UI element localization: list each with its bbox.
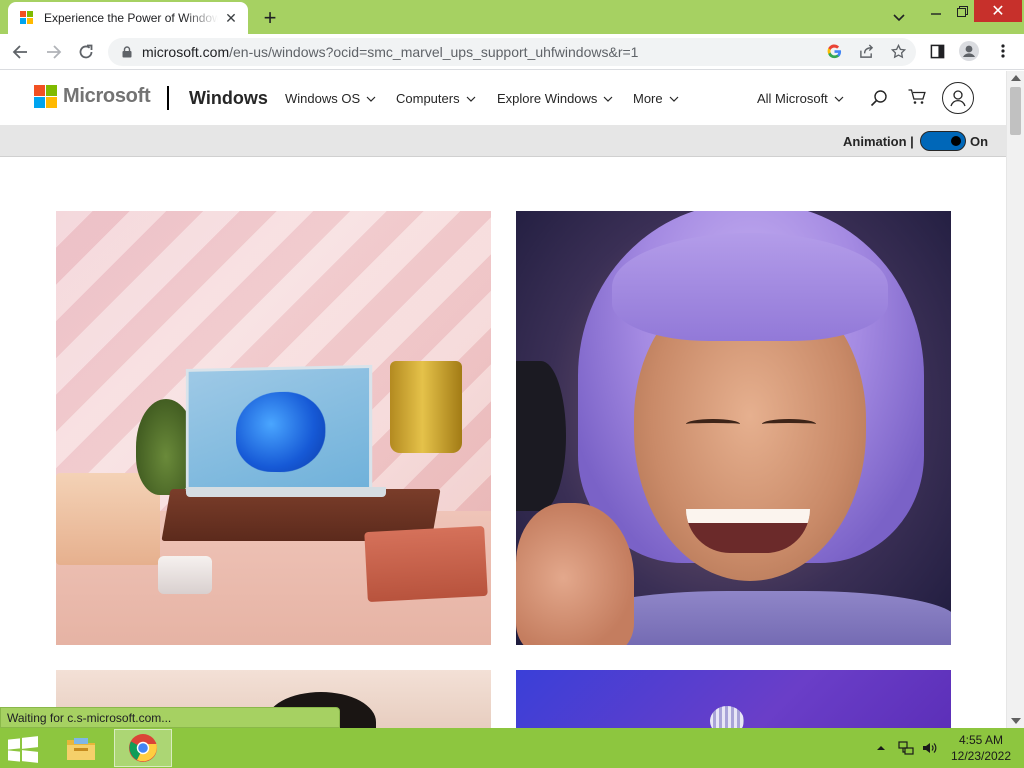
clock-date: 12/23/2022 — [950, 749, 1012, 763]
share-icon[interactable] — [855, 40, 877, 62]
windows-bloom — [235, 391, 326, 473]
animation-label: Animation | — [843, 134, 914, 149]
reload-icon[interactable] — [74, 40, 98, 64]
brand-name: Microsoft — [63, 85, 151, 107]
cart-icon[interactable] — [905, 86, 929, 108]
windows-start-icon[interactable] — [8, 736, 38, 763]
minimize-icon[interactable] — [922, 0, 950, 22]
star-icon[interactable] — [887, 40, 909, 62]
microsoft-logo[interactable]: Microsoft — [34, 85, 151, 108]
clock-time: 4:55 AM — [958, 733, 1004, 747]
all-microsoft-menu[interactable]: All Microsoft — [757, 91, 844, 106]
header-divider — [167, 86, 169, 110]
browser-toolbar: microsoft.com/en-us/windows?ocid=smc_mar… — [0, 34, 1024, 70]
file-explorer-icon[interactable] — [52, 729, 110, 767]
sidepanel-icon[interactable] — [926, 40, 948, 62]
more-icon[interactable] — [992, 40, 1014, 62]
network-icon[interactable] — [896, 739, 916, 757]
chevron-down-icon — [366, 96, 376, 102]
laptop-screen — [185, 364, 373, 496]
tab-title: Experience the Power of Windows 11 — [44, 11, 218, 25]
system-clock[interactable]: 4:55 AM 12/23/2022 — [948, 732, 1014, 764]
scroll-thumb[interactable] — [1010, 87, 1021, 135]
toggle-knob — [951, 136, 961, 146]
address-bar[interactable]: microsoft.com/en-us/windows?ocid=smc_mar… — [108, 38, 916, 66]
animation-state: On — [970, 134, 989, 149]
chrome-icon[interactable] — [114, 729, 172, 767]
scroll-up-icon[interactable] — [1011, 75, 1021, 81]
search-icon[interactable] — [868, 87, 890, 109]
forward-icon[interactable] — [42, 40, 66, 64]
browser-tabstrip: Experience the Power of Windows 11 ✕ + ✕ — [0, 0, 1024, 34]
chevron-down-icon — [466, 96, 476, 102]
page-scrollbar[interactable] — [1006, 71, 1024, 728]
animation-bar: Animation | On — [0, 125, 1006, 157]
site-header: Microsoft Windows Windows OS Computers E… — [0, 71, 1006, 125]
product-name[interactable]: Windows — [189, 88, 268, 109]
chevron-down-icon — [834, 96, 844, 102]
status-bubble: Waiting for c.s-microsoft.com... — [0, 707, 340, 728]
hero-image-laptop[interactable] — [56, 211, 491, 645]
tray-expand-icon[interactable] — [874, 739, 888, 757]
hero-image-person[interactable] — [516, 211, 951, 645]
nav-explore-windows[interactable]: Explore Windows — [497, 91, 613, 106]
chevron-down-icon — [669, 96, 679, 102]
scroll-down-icon[interactable] — [1011, 718, 1021, 724]
volume-icon[interactable] — [920, 739, 940, 757]
google-icon[interactable] — [823, 40, 845, 62]
nav-windows-os[interactable]: Windows OS — [285, 91, 376, 106]
microsoft-logo-icon — [20, 11, 34, 25]
microsoft-logo-icon — [34, 85, 57, 108]
nav-more[interactable]: More — [633, 91, 679, 106]
taskbar: 4:55 AM 12/23/2022 — [0, 728, 1024, 768]
animation-toggle[interactable] — [920, 131, 966, 151]
profile-icon[interactable] — [958, 40, 980, 62]
back-icon[interactable] — [8, 40, 32, 64]
account-icon[interactable] — [942, 82, 974, 114]
chevron-down-icon — [603, 96, 613, 102]
chevron-down-icon[interactable] — [888, 7, 910, 29]
lock-icon[interactable] — [120, 45, 134, 59]
nav-computers[interactable]: Computers — [396, 91, 476, 106]
plus-icon[interactable]: + — [258, 5, 282, 30]
hero-image-4[interactable] — [516, 670, 951, 730]
url-text: microsoft.com/en-us/windows?ocid=smc_mar… — [142, 44, 639, 60]
close-window-icon[interactable]: ✕ — [974, 0, 1022, 22]
close-icon[interactable]: ✕ — [222, 9, 240, 27]
browser-tab[interactable]: Experience the Power of Windows 11 ✕ — [8, 2, 248, 34]
restore-icon[interactable] — [950, 0, 974, 22]
